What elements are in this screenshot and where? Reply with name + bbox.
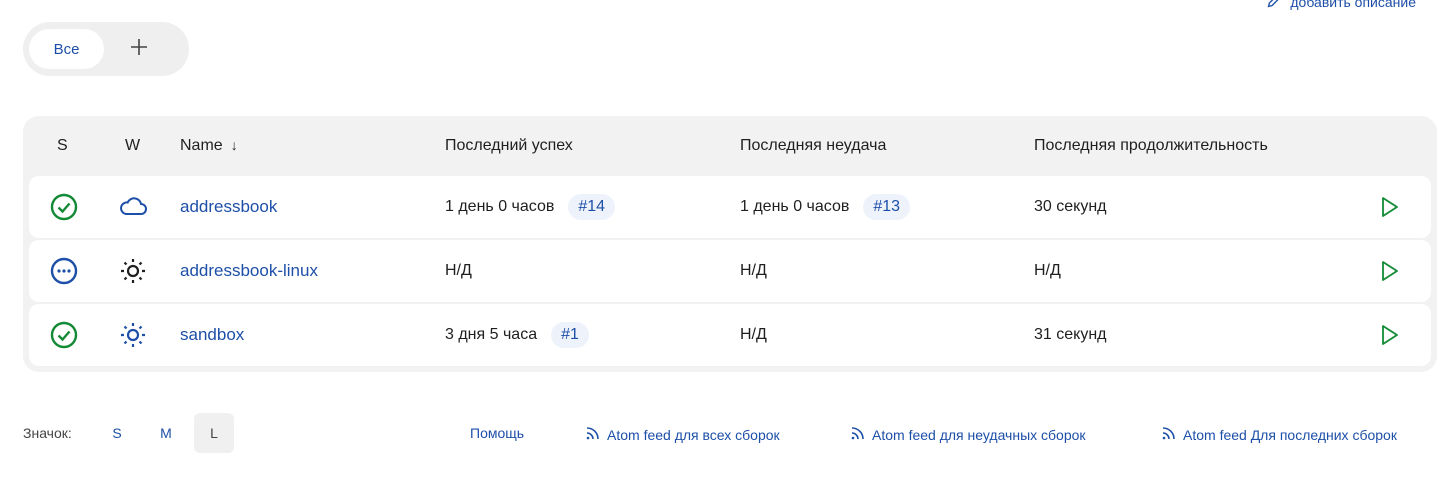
table-header: S W Name ↓ Последний успех Последняя неуд… [23, 116, 1437, 176]
footer: Значок: S M L Помощь Atom feed для всех … [0, 413, 1453, 453]
sort-arrow-icon: ↓ [230, 137, 238, 153]
atom-feed-failed-label: Atom feed для неудачных сборок [872, 426, 1086, 443]
last-failure-time: Н/Д [740, 326, 767, 343]
last-failure-time: Н/Д [740, 262, 767, 279]
column-header-status[interactable]: S [57, 137, 68, 155]
jobs-table: S W Name ↓ Последний успех Последняя неуд… [23, 116, 1437, 372]
weather-cloudy-icon [118, 176, 148, 238]
status-success-icon [49, 176, 79, 238]
add-view-button[interactable] [104, 29, 174, 69]
add-description-link[interactable]: добавить описание [1266, 0, 1416, 12]
column-header-name[interactable]: Name ↓ [180, 137, 238, 155]
icon-size-s-button[interactable]: S [97, 413, 137, 453]
table-row: addressbook 1 день 0 часов #14 1 день 0 ч… [29, 176, 1431, 238]
last-failure-time: 1 день 0 часов [740, 198, 850, 215]
atom-feed-all-link[interactable]: Atom feed для всех сборок [585, 425, 780, 444]
weather-sunny-icon [118, 240, 148, 302]
column-header-name-label: Name [180, 137, 223, 154]
job-link-sandbox[interactable]: sandbox [180, 325, 244, 345]
icon-size-label: Значок: [23, 425, 72, 441]
job-link-addressbook[interactable]: addressbook [180, 197, 277, 217]
play-icon [1382, 197, 1398, 217]
add-description-label: добавить описание [1290, 0, 1416, 10]
icon-size-m-button[interactable]: M [146, 413, 186, 453]
plus-icon [129, 37, 149, 62]
job-link-addressbook-linux[interactable]: addressbook-linux [180, 261, 318, 281]
last-success-build-link[interactable]: #14 [568, 194, 616, 220]
run-build-button[interactable] [1377, 304, 1401, 366]
last-duration: 30 секунд [1034, 198, 1107, 215]
column-header-weather[interactable]: W [125, 137, 140, 155]
column-header-last-duration[interactable]: Последняя продолжительность [1034, 137, 1268, 155]
play-icon [1382, 325, 1398, 345]
icon-size-l-button[interactable]: L [194, 413, 234, 453]
weather-sunny-icon [118, 304, 148, 366]
pencil-icon [1266, 0, 1283, 12]
column-header-last-failure[interactable]: Последняя неудача [740, 137, 886, 155]
last-success-time: 3 дня 5 часа [445, 326, 538, 343]
rss-icon [585, 425, 601, 444]
status-not-built-icon [49, 240, 79, 302]
table-row: sandbox 3 дня 5 часа #1 Н/Д 31 секунд [29, 304, 1431, 366]
last-success-time: 1 день 0 часов [445, 198, 555, 215]
last-duration: Н/Д [1034, 262, 1061, 279]
rss-icon [1161, 425, 1177, 444]
tab-all[interactable]: Все [29, 29, 104, 69]
play-icon [1382, 261, 1398, 281]
last-duration: 31 секунд [1034, 326, 1107, 343]
atom-feed-latest-label: Atom feed Для последних сборок [1183, 426, 1397, 443]
atom-feed-failed-link[interactable]: Atom feed для неудачных сборок [850, 425, 1086, 444]
rss-icon [850, 425, 866, 444]
status-success-icon [49, 304, 79, 366]
atom-feed-latest-link[interactable]: Atom feed Для последних сборок [1161, 425, 1397, 444]
view-tabs: Все [23, 22, 189, 76]
last-success-time: Н/Д [445, 262, 472, 279]
last-success-build-link[interactable]: #1 [551, 322, 589, 348]
run-build-button[interactable] [1377, 176, 1401, 238]
help-link[interactable]: Помощь [470, 425, 524, 441]
atom-feed-all-label: Atom feed для всех сборок [607, 426, 780, 443]
table-row: addressbook-linux Н/Д Н/Д Н/Д [29, 240, 1431, 302]
column-header-last-success[interactable]: Последний успех [445, 137, 573, 155]
last-failure-build-link[interactable]: #13 [863, 194, 911, 220]
run-build-button[interactable] [1377, 240, 1401, 302]
